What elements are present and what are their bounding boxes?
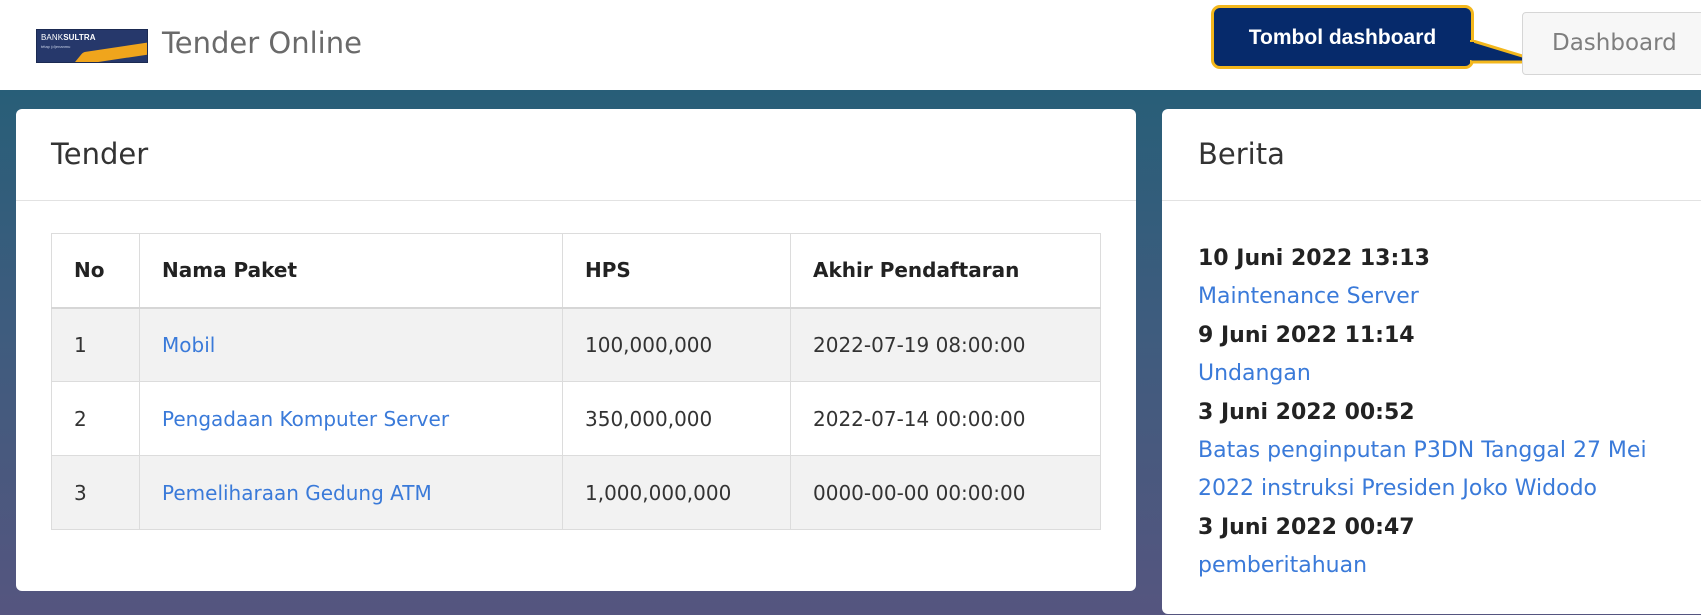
cell-akhir-pendaftaran: 2022-07-19 08:00:00 <box>790 307 1101 382</box>
tender-table: No Nama Paket HPS Akhir Pendaftaran 1 Mo… <box>51 233 1101 530</box>
app-title: Tender Online <box>162 26 362 60</box>
logo-tagline: tétap (d)enanmu <box>41 44 71 49</box>
column-header-hps: HPS <box>562 233 791 309</box>
table-row: 2 Pengadaan Komputer Server 350,000,000 … <box>51 381 1101 456</box>
column-header-nama-paket: Nama Paket <box>139 233 563 309</box>
cell-akhir-pendaftaran: 2022-07-14 00:00:00 <box>790 381 1101 456</box>
cell-hps: 100,000,000 <box>562 307 791 382</box>
top-navbar: BANKSULTRA tétap (d)enanmu Tender Online… <box>0 0 1701 90</box>
logo-wordmark: BANKSULTRA <box>41 33 96 42</box>
news-item: 9 Juni 2022 11:14 Undangan <box>1198 316 1701 393</box>
table-row: 3 Pemeliharaan Gedung ATM 1,000,000,000 … <box>51 455 1101 530</box>
news-link[interactable]: pemberitahuan <box>1198 547 1701 585</box>
package-link[interactable]: Pemeliharaan Gedung ATM <box>139 455 563 530</box>
cell-hps: 1,000,000,000 <box>562 455 791 530</box>
bank-sultra-logo[interactable]: BANKSULTRA tétap (d)enanmu <box>36 29 148 63</box>
news-date: 9 Juni 2022 11:14 <box>1198 323 1415 348</box>
tender-panel: Tender No Nama Paket HPS Akhir Pendaftar… <box>16 109 1136 591</box>
package-link[interactable]: Mobil <box>139 307 563 382</box>
news-link[interactable]: Maintenance Server <box>1198 278 1701 316</box>
news-date: 3 Juni 2022 00:52 <box>1198 400 1415 425</box>
news-item: 3 Juni 2022 00:52 Batas penginputan P3DN… <box>1198 393 1701 508</box>
news-list: 10 Juni 2022 13:13 Maintenance Server 9 … <box>1198 239 1701 585</box>
berita-panel: Berita 10 Juni 2022 13:13 Maintenance Se… <box>1162 109 1701 614</box>
news-item: 3 Juni 2022 00:47 pemberitahuan <box>1198 508 1701 585</box>
callout-label: Tombol dashboard <box>1248 26 1437 49</box>
cell-no: 3 <box>51 455 140 530</box>
dashboard-button[interactable]: Dashboard <box>1522 12 1701 75</box>
column-header-akhir-pendaftaran: Akhir Pendaftaran <box>790 233 1101 309</box>
package-link[interactable]: Pengadaan Komputer Server <box>139 381 563 456</box>
logo-swoosh-icon <box>71 40 147 62</box>
cell-akhir-pendaftaran: 0000-00-00 00:00:00 <box>790 455 1101 530</box>
cell-hps: 350,000,000 <box>562 381 791 456</box>
berita-panel-title: Berita <box>1162 109 1701 201</box>
cell-no: 1 <box>51 307 140 382</box>
annotation-callout: Tombol dashboard <box>1211 5 1474 69</box>
news-link[interactable]: Undangan <box>1198 355 1701 393</box>
column-header-no: No <box>51 233 140 309</box>
table-header-row: No Nama Paket HPS Akhir Pendaftaran <box>51 233 1101 309</box>
cell-no: 2 <box>51 381 140 456</box>
news-date: 10 Juni 2022 13:13 <box>1198 246 1430 271</box>
table-row: 1 Mobil 100,000,000 2022-07-19 08:00:00 <box>51 307 1101 382</box>
tender-panel-title: Tender <box>16 109 1136 201</box>
news-link[interactable]: Batas penginputan P3DN Tanggal 27 Mei 20… <box>1198 432 1701 508</box>
news-date: 3 Juni 2022 00:47 <box>1198 515 1415 540</box>
news-item: 10 Juni 2022 13:13 Maintenance Server <box>1198 239 1701 316</box>
